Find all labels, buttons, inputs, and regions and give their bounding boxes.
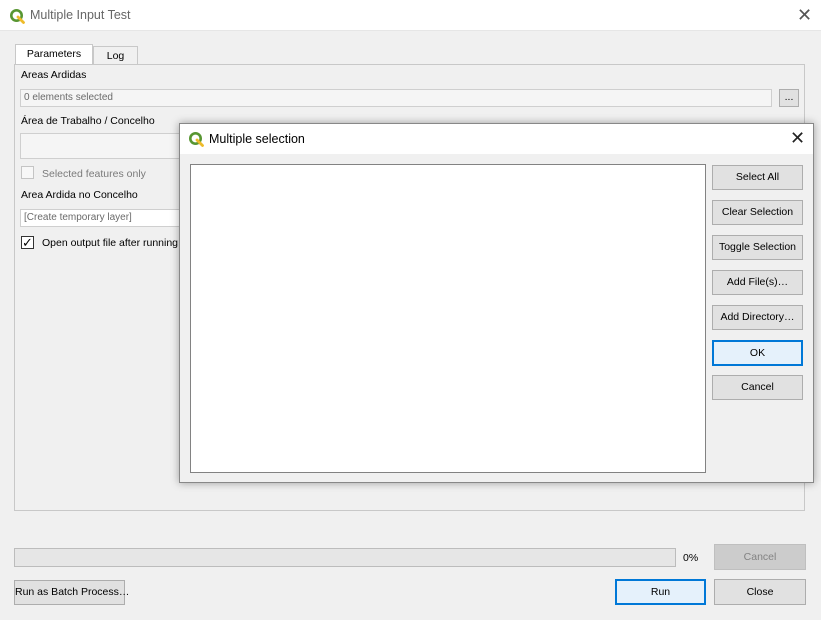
- batch-process-button[interactable]: Run as Batch Process…: [14, 580, 129, 605]
- dialog-title: Multiple selection: [209, 132, 305, 146]
- checkmark-icon: ✓: [22, 235, 33, 250]
- browse-button[interactable]: ...: [779, 89, 799, 107]
- clear-selection-button[interactable]: Clear Selection: [712, 200, 803, 225]
- areas-ardidas-field[interactable]: 0 elements selected: [20, 89, 772, 107]
- run-button[interactable]: Run: [615, 579, 706, 605]
- output-layer-field[interactable]: [Create temporary layer]: [20, 209, 190, 227]
- tab-parameters[interactable]: Parameters: [15, 44, 93, 65]
- areas-ardidas-label: Areas Ardidas: [21, 69, 87, 81]
- area-ardida-label: Area Ardida no Concelho: [21, 189, 138, 201]
- select-all-button[interactable]: Select All: [712, 165, 803, 190]
- window-titlebar: Multiple Input Test ✕: [0, 0, 821, 31]
- cancel-run-button[interactable]: Cancel: [714, 544, 806, 570]
- open-output-checkbox[interactable]: ✓: [21, 236, 34, 249]
- selection-list[interactable]: [190, 164, 706, 473]
- selected-features-checkbox[interactable]: [21, 166, 34, 179]
- multiple-selection-dialog: Multiple selection ✕ Select All Clear Se…: [179, 123, 814, 483]
- progress-bar: [14, 548, 676, 567]
- close-icon[interactable]: ✕: [797, 6, 812, 24]
- dialog-titlebar: Multiple selection ✕: [180, 124, 813, 154]
- close-button[interactable]: Close: [714, 579, 806, 605]
- add-directory-button[interactable]: Add Directory…: [712, 305, 803, 330]
- cancel-button[interactable]: Cancel: [712, 375, 803, 400]
- ok-button[interactable]: OK: [712, 340, 803, 366]
- toggle-selection-button[interactable]: Toggle Selection: [712, 235, 803, 260]
- tab-log[interactable]: Log: [93, 46, 138, 66]
- qgis-icon: [10, 9, 25, 24]
- qgis-icon: [189, 132, 204, 147]
- progress-percent: 0%: [683, 552, 699, 564]
- area-trabalho-combobox[interactable]: [20, 133, 190, 159]
- selected-features-label: Selected features only: [42, 168, 146, 180]
- close-icon[interactable]: ✕: [790, 129, 805, 147]
- add-files-button[interactable]: Add File(s)…: [712, 270, 803, 295]
- window-title: Multiple Input Test: [30, 8, 131, 22]
- area-trabalho-label: Área de Trabalho / Concelho: [21, 115, 155, 127]
- open-output-label: Open output file after running: [42, 237, 179, 249]
